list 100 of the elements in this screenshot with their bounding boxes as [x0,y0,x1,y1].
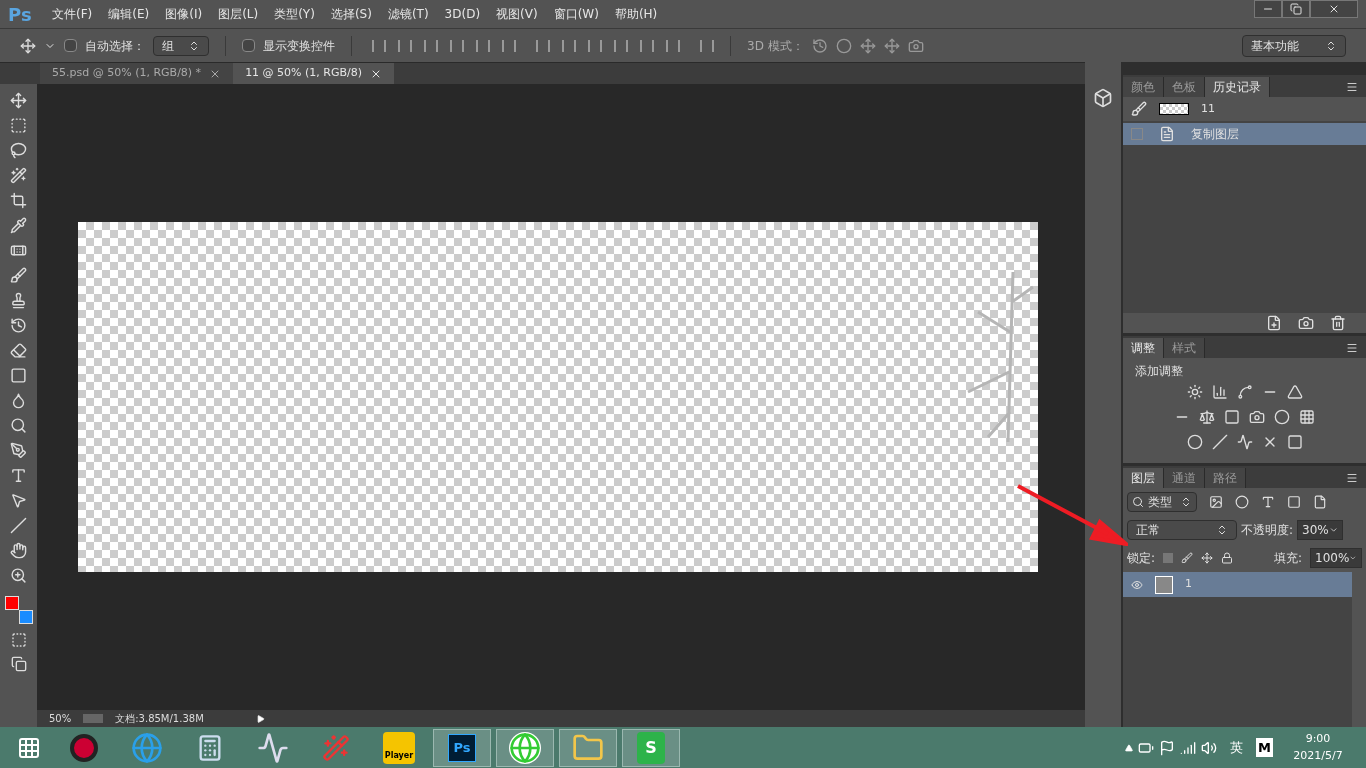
3d-tool-icon[interactable] [907,37,924,54]
marquee-tool-icon[interactable] [10,117,27,134]
3d-panel-icon[interactable] [1093,88,1113,108]
filter-dropdown[interactable]: 类型 [1127,492,1197,512]
taskbar-app-button[interactable] [496,728,554,767]
panel-menu-icon[interactable] [1346,472,1358,484]
document-tab[interactable]: 55.psd @ 50% (1, RGB/8) * [40,63,234,84]
tray-expand-icon[interactable] [1125,743,1134,752]
adjustment-icon[interactable] [1274,409,1290,425]
input-language[interactable]: 英 [1230,737,1244,758]
document-tab[interactable]: 11 @ 50% (1, RGB/8) [233,63,395,84]
new-document-icon[interactable] [1266,315,1282,331]
wand-tool-icon[interactable] [10,167,27,184]
panel-tab[interactable]: 通道 [1164,468,1205,488]
align-icon[interactable] [640,39,654,52]
crop-tool-icon[interactable] [10,192,27,209]
align-icon[interactable] [450,39,464,52]
layer-filter-icon[interactable] [1235,495,1249,509]
panel-tab[interactable]: 图层 [1123,468,1164,488]
history-brush-icon[interactable] [10,317,27,334]
layer-filter-icon[interactable] [1261,495,1275,509]
blend-mode-dropdown[interactable]: 正常 [1127,520,1237,540]
layer-filter-icon[interactable] [1287,495,1301,509]
panel-tab[interactable]: 路径 [1205,468,1246,488]
volume-icon[interactable] [1201,739,1218,756]
droplet-tool-icon[interactable] [10,392,27,409]
adjustment-icon[interactable] [1186,434,1203,450]
3d-tool-icon[interactable] [883,37,900,54]
align-icon[interactable] [614,39,628,52]
menu-item[interactable]: 文件(F) [44,5,101,23]
panel-menu-icon[interactable] [1346,342,1358,354]
auto-select-checkbox[interactable] [64,39,77,52]
align-icon[interactable] [588,39,602,52]
hand-tool-icon[interactable] [10,542,27,559]
3d-tool-icon[interactable] [811,37,828,54]
eyedropper-tool-icon[interactable] [10,217,27,234]
expand-triangle-icon[interactable] [257,714,266,723]
restore-button[interactable] [1282,0,1310,18]
taskbar-app-button[interactable]: Player [370,728,428,767]
taskbar-app-button[interactable]: Ps [433,728,491,767]
history-item[interactable]: 复制图层 [1123,123,1366,145]
lasso-tool-icon[interactable] [10,142,27,159]
menu-item[interactable]: 图像(I) [157,5,211,23]
workspace-dropdown[interactable]: 基本功能 [1242,34,1346,57]
quick-mask-icon[interactable] [10,632,27,648]
adjustment-icon[interactable] [1211,434,1228,450]
adjustment-icon[interactable] [1186,384,1203,400]
align-icon[interactable] [562,39,576,52]
adjustment-icon[interactable] [1224,409,1240,425]
align-icon[interactable] [476,39,490,52]
flag-icon[interactable] [1159,739,1176,756]
adjustment-icon[interactable] [1286,434,1303,450]
camera-icon[interactable] [1298,315,1314,331]
menu-item[interactable]: 视图(V) [488,5,546,23]
lock-brush-icon[interactable] [1181,552,1194,564]
taskbar-app-button[interactable] [559,728,617,767]
align-icon[interactable] [536,39,550,52]
move-tool-icon[interactable] [10,92,27,109]
panel-tab[interactable]: 颜色 [1123,77,1164,97]
pen-tool-icon[interactable] [10,442,27,459]
fill-field[interactable]: 100% [1310,548,1362,568]
target-dropdown[interactable]: 组 [153,35,209,56]
adjustment-icon[interactable] [1199,409,1215,425]
panel-menu-icon[interactable] [1346,81,1358,93]
trash-icon[interactable] [1330,315,1346,331]
layer-row[interactable]: 1 [1123,572,1352,597]
adjustment-icon[interactable] [1236,434,1253,450]
panel-tab[interactable]: 样式 [1164,338,1205,358]
adjustment-icon[interactable] [1211,384,1228,400]
lock-move-icon[interactable] [1201,552,1214,564]
menu-item[interactable]: 3D(D) [436,5,489,23]
adjustment-icon[interactable] [1299,409,1315,425]
menu-item[interactable]: 滤镜(T) [379,5,437,23]
visibility-eye-icon[interactable] [1131,578,1143,591]
minimize-button[interactable] [1254,0,1282,18]
align-icon[interactable] [502,39,516,52]
panel-tab[interactable]: 调整 [1123,338,1164,358]
menu-item[interactable]: 编辑(E) [100,5,158,23]
move-tool-icon[interactable] [20,37,36,54]
panel-tab[interactable]: 历史记录 [1205,77,1270,97]
menu-item[interactable]: 图层(L) [210,5,267,23]
menu-item[interactable]: 类型(Y) [266,5,323,23]
3d-tool-icon[interactable] [835,37,852,54]
menu-item[interactable]: 帮助(H) [606,5,666,23]
align-icon[interactable] [424,39,438,52]
foreground-swatch[interactable] [4,596,19,610]
menu-item[interactable]: 选择(S) [322,5,380,23]
eraser-tool-icon[interactable] [10,342,27,359]
adjustment-icon[interactable] [1236,384,1253,400]
align-icon[interactable] [700,39,714,52]
3d-tool-icon[interactable] [859,37,876,54]
adjustment-icon[interactable] [1286,384,1303,400]
signal-icon[interactable] [1180,739,1197,756]
pointer-tool-icon[interactable] [10,492,27,509]
screen-mode-icon[interactable] [10,656,27,672]
brush-tool-icon[interactable] [10,267,27,284]
type-tool-icon[interactable] [10,467,27,484]
panel-tab[interactable]: 色板 [1164,77,1205,97]
align-icon[interactable] [372,39,386,52]
layer-filter-icon[interactable] [1209,495,1223,509]
